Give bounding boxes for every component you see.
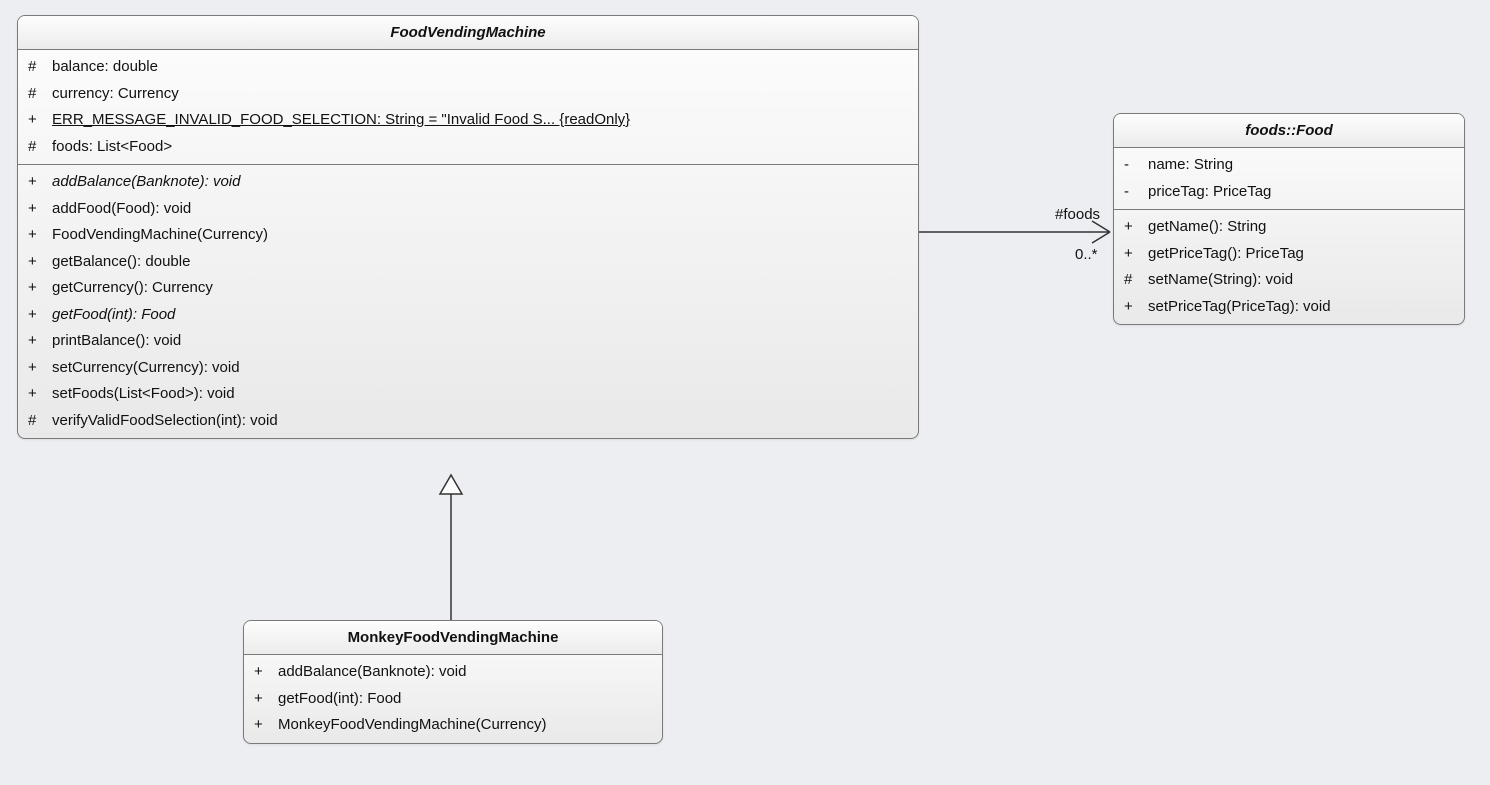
member-text: getFood(int): Food (52, 304, 908, 327)
member-text: addBalance(Banknote): void (278, 661, 652, 684)
association-multiplicity: 0..* (1075, 246, 1098, 263)
member-text: FoodVendingMachine(Currency) (52, 224, 908, 247)
attributes-section: #balance: double#currency: Currency+ERR_… (18, 50, 918, 165)
class-monkey-food-vending-machine: MonkeyFoodVendingMachine +addBalance(Ban… (243, 620, 663, 744)
visibility: # (28, 410, 52, 433)
member-row: #balance: double (18, 54, 918, 81)
member-row: +MonkeyFoodVendingMachine(Currency) (244, 712, 662, 739)
visibility: + (1124, 216, 1148, 239)
member-row: +getName(): String (1114, 214, 1464, 241)
visibility: + (1124, 296, 1148, 319)
member-text: printBalance(): void (52, 330, 908, 353)
member-text: setName(String): void (1148, 269, 1454, 292)
member-row: #verifyValidFoodSelection(int): void (18, 408, 918, 435)
member-row: +addBalance(Banknote): void (18, 169, 918, 196)
member-row: -name: String (1114, 152, 1464, 179)
visibility: + (28, 171, 52, 194)
member-row: +FoodVendingMachine(Currency) (18, 222, 918, 249)
member-row: +getBalance(): double (18, 249, 918, 276)
member-row: +getFood(int): Food (244, 686, 662, 713)
visibility: + (28, 330, 52, 353)
member-text: setPriceTag(PriceTag): void (1148, 296, 1454, 319)
member-text: currency: Currency (52, 83, 908, 106)
member-row: #foods: List<Food> (18, 134, 918, 161)
class-title: MonkeyFoodVendingMachine (244, 621, 662, 655)
member-text: name: String (1148, 154, 1454, 177)
member-text: verifyValidFoodSelection(int): void (52, 410, 908, 433)
class-title: FoodVendingMachine (18, 16, 918, 50)
class-food-vending-machine: FoodVendingMachine #balance: double#curr… (17, 15, 919, 439)
member-text: getName(): String (1148, 216, 1454, 239)
visibility: + (254, 688, 278, 711)
visibility: - (1124, 154, 1148, 177)
visibility: - (1124, 181, 1148, 204)
association-role-foods: #foods (1055, 206, 1100, 223)
association-arrowhead (1092, 232, 1110, 243)
member-text: getCurrency(): Currency (52, 277, 908, 300)
member-text: addFood(Food): void (52, 198, 908, 221)
member-row: +setPriceTag(PriceTag): void (1114, 294, 1464, 321)
member-row: +setCurrency(Currency): void (18, 355, 918, 382)
member-text: setFoods(List<Food>): void (52, 383, 908, 406)
member-text: setCurrency(Currency): void (52, 357, 908, 380)
visibility: + (28, 277, 52, 300)
member-text: ERR_MESSAGE_INVALID_FOOD_SELECTION: Stri… (52, 109, 908, 132)
generalization-arrowhead (440, 475, 462, 494)
visibility: + (254, 714, 278, 737)
visibility: + (28, 224, 52, 247)
member-text: foods: List<Food> (52, 136, 908, 159)
member-row: +getFood(int): Food (18, 302, 918, 329)
member-text: getPriceTag(): PriceTag (1148, 243, 1454, 266)
member-text: getFood(int): Food (278, 688, 652, 711)
visibility: # (28, 136, 52, 159)
visibility: + (28, 251, 52, 274)
class-food: foods::Food -name: String-priceTag: Pric… (1113, 113, 1465, 325)
member-row: +getPriceTag(): PriceTag (1114, 241, 1464, 268)
visibility: + (28, 304, 52, 327)
visibility: + (1124, 243, 1148, 266)
operations-section: +getName(): String+getPriceTag(): PriceT… (1114, 210, 1464, 324)
visibility: + (28, 109, 52, 132)
member-text: addBalance(Banknote): void (52, 171, 908, 194)
member-row: #currency: Currency (18, 81, 918, 108)
visibility: + (254, 661, 278, 684)
member-text: balance: double (52, 56, 908, 79)
member-text: getBalance(): double (52, 251, 908, 274)
visibility: # (28, 83, 52, 106)
operations-section: +addBalance(Banknote): void+addFood(Food… (18, 165, 918, 438)
visibility: + (28, 357, 52, 380)
member-text: priceTag: PriceTag (1148, 181, 1454, 204)
member-row: #setName(String): void (1114, 267, 1464, 294)
visibility: # (28, 56, 52, 79)
member-row: -priceTag: PriceTag (1114, 179, 1464, 206)
member-row: +printBalance(): void (18, 328, 918, 355)
member-row: +ERR_MESSAGE_INVALID_FOOD_SELECTION: Str… (18, 107, 918, 134)
visibility: + (28, 198, 52, 221)
visibility: # (1124, 269, 1148, 292)
member-text: MonkeyFoodVendingMachine(Currency) (278, 714, 652, 737)
visibility: + (28, 383, 52, 406)
member-row: +setFoods(List<Food>): void (18, 381, 918, 408)
class-title: foods::Food (1114, 114, 1464, 148)
operations-section: +addBalance(Banknote): void+getFood(int)… (244, 655, 662, 743)
attributes-section: -name: String-priceTag: PriceTag (1114, 148, 1464, 210)
member-row: +addBalance(Banknote): void (244, 659, 662, 686)
member-row: +getCurrency(): Currency (18, 275, 918, 302)
member-row: +addFood(Food): void (18, 196, 918, 223)
